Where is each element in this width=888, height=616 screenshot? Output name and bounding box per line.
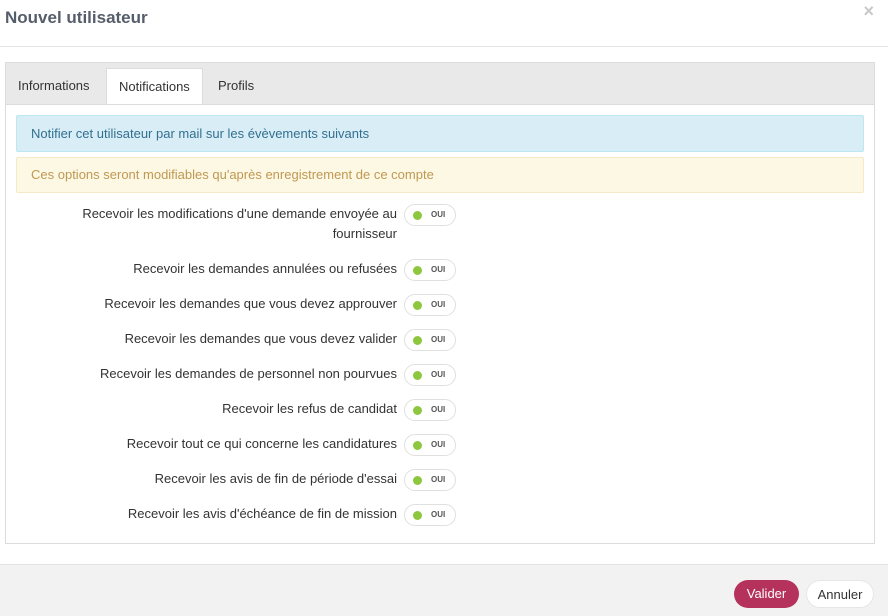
notification-toggle[interactable]: OUI bbox=[404, 504, 456, 526]
notification-label-line1: Recevoir les modifications d'une demande… bbox=[82, 206, 397, 221]
toggle-state-text: OUI bbox=[431, 210, 446, 219]
toggle-state-text: OUI bbox=[431, 475, 446, 484]
toggle-on-indicator-icon bbox=[413, 371, 422, 380]
toggle-state-text: OUI bbox=[431, 335, 446, 344]
notifications-panel: Notifier cet utilisateur par mail sur le… bbox=[5, 104, 875, 544]
toggle-state-text: OUI bbox=[431, 440, 446, 449]
notification-toggle[interactable]: OUI bbox=[404, 469, 456, 491]
notification-toggle[interactable]: OUI bbox=[404, 204, 456, 226]
notification-label: Recevoir les avis de fin de période d'es… bbox=[154, 471, 397, 486]
new-user-modal: Nouvel utilisateur × Informations Notifi… bbox=[0, 0, 888, 616]
notification-toggle[interactable]: OUI bbox=[404, 329, 456, 351]
info-alert: Notifier cet utilisateur par mail sur le… bbox=[16, 115, 864, 152]
notification-toggle[interactable]: OUI bbox=[404, 399, 456, 421]
toggle-on-indicator-icon bbox=[413, 336, 422, 345]
toggle-on-indicator-icon bbox=[413, 441, 422, 450]
validate-button[interactable]: Valider bbox=[734, 580, 799, 608]
cancel-button[interactable]: Annuler bbox=[806, 580, 874, 608]
tab-bar: Informations Notifications Profils bbox=[5, 62, 875, 107]
notification-label: Recevoir les demandes annulées ou refusé… bbox=[133, 261, 397, 276]
toggle-on-indicator-icon bbox=[413, 476, 422, 485]
toggle-on-indicator-icon bbox=[413, 211, 422, 220]
notification-toggle[interactable]: OUI bbox=[404, 364, 456, 386]
toggle-state-text: OUI bbox=[431, 405, 446, 414]
notification-label: Recevoir les avis d'échéance de fin de m… bbox=[127, 506, 397, 521]
notification-toggle[interactable]: OUI bbox=[404, 434, 456, 456]
notification-label: Recevoir les demandes de personnel non p… bbox=[99, 366, 397, 381]
toggle-state-text: OUI bbox=[431, 510, 446, 519]
toggle-on-indicator-icon bbox=[413, 266, 422, 275]
notification-label: Recevoir les modifications d'une demande… bbox=[57, 204, 397, 244]
notification-label: Recevoir les demandes que vous devez val… bbox=[124, 331, 397, 346]
toggle-state-text: OUI bbox=[431, 370, 446, 379]
toggle-state-text: OUI bbox=[431, 265, 446, 274]
modal-title: Nouvel utilisateur bbox=[5, 8, 148, 27]
toggle-state-text: OUI bbox=[431, 300, 446, 309]
tab-notifications[interactable]: Notifications bbox=[106, 68, 203, 107]
tab-informations[interactable]: Informations bbox=[6, 68, 102, 106]
modal-header: Nouvel utilisateur × bbox=[0, 0, 888, 47]
toggle-on-indicator-icon bbox=[413, 511, 422, 520]
tab-profils[interactable]: Profils bbox=[206, 68, 266, 106]
modal-footer: Valider Annuler bbox=[0, 564, 888, 616]
notification-label: Recevoir les refus de candidat bbox=[222, 401, 397, 416]
notification-label-line2: fournisseur bbox=[332, 226, 397, 241]
close-icon[interactable]: × bbox=[863, 2, 874, 20]
notification-label: Recevoir les demandes que vous devez app… bbox=[104, 296, 397, 311]
notification-label: Recevoir tout ce qui concerne les candid… bbox=[126, 436, 397, 451]
toggle-on-indicator-icon bbox=[413, 301, 422, 310]
notification-toggle[interactable]: OUI bbox=[404, 259, 456, 281]
notification-toggle[interactable]: OUI bbox=[404, 294, 456, 316]
warning-alert: Ces options seront modifiables qu'après … bbox=[16, 157, 864, 193]
toggle-on-indicator-icon bbox=[413, 406, 422, 415]
